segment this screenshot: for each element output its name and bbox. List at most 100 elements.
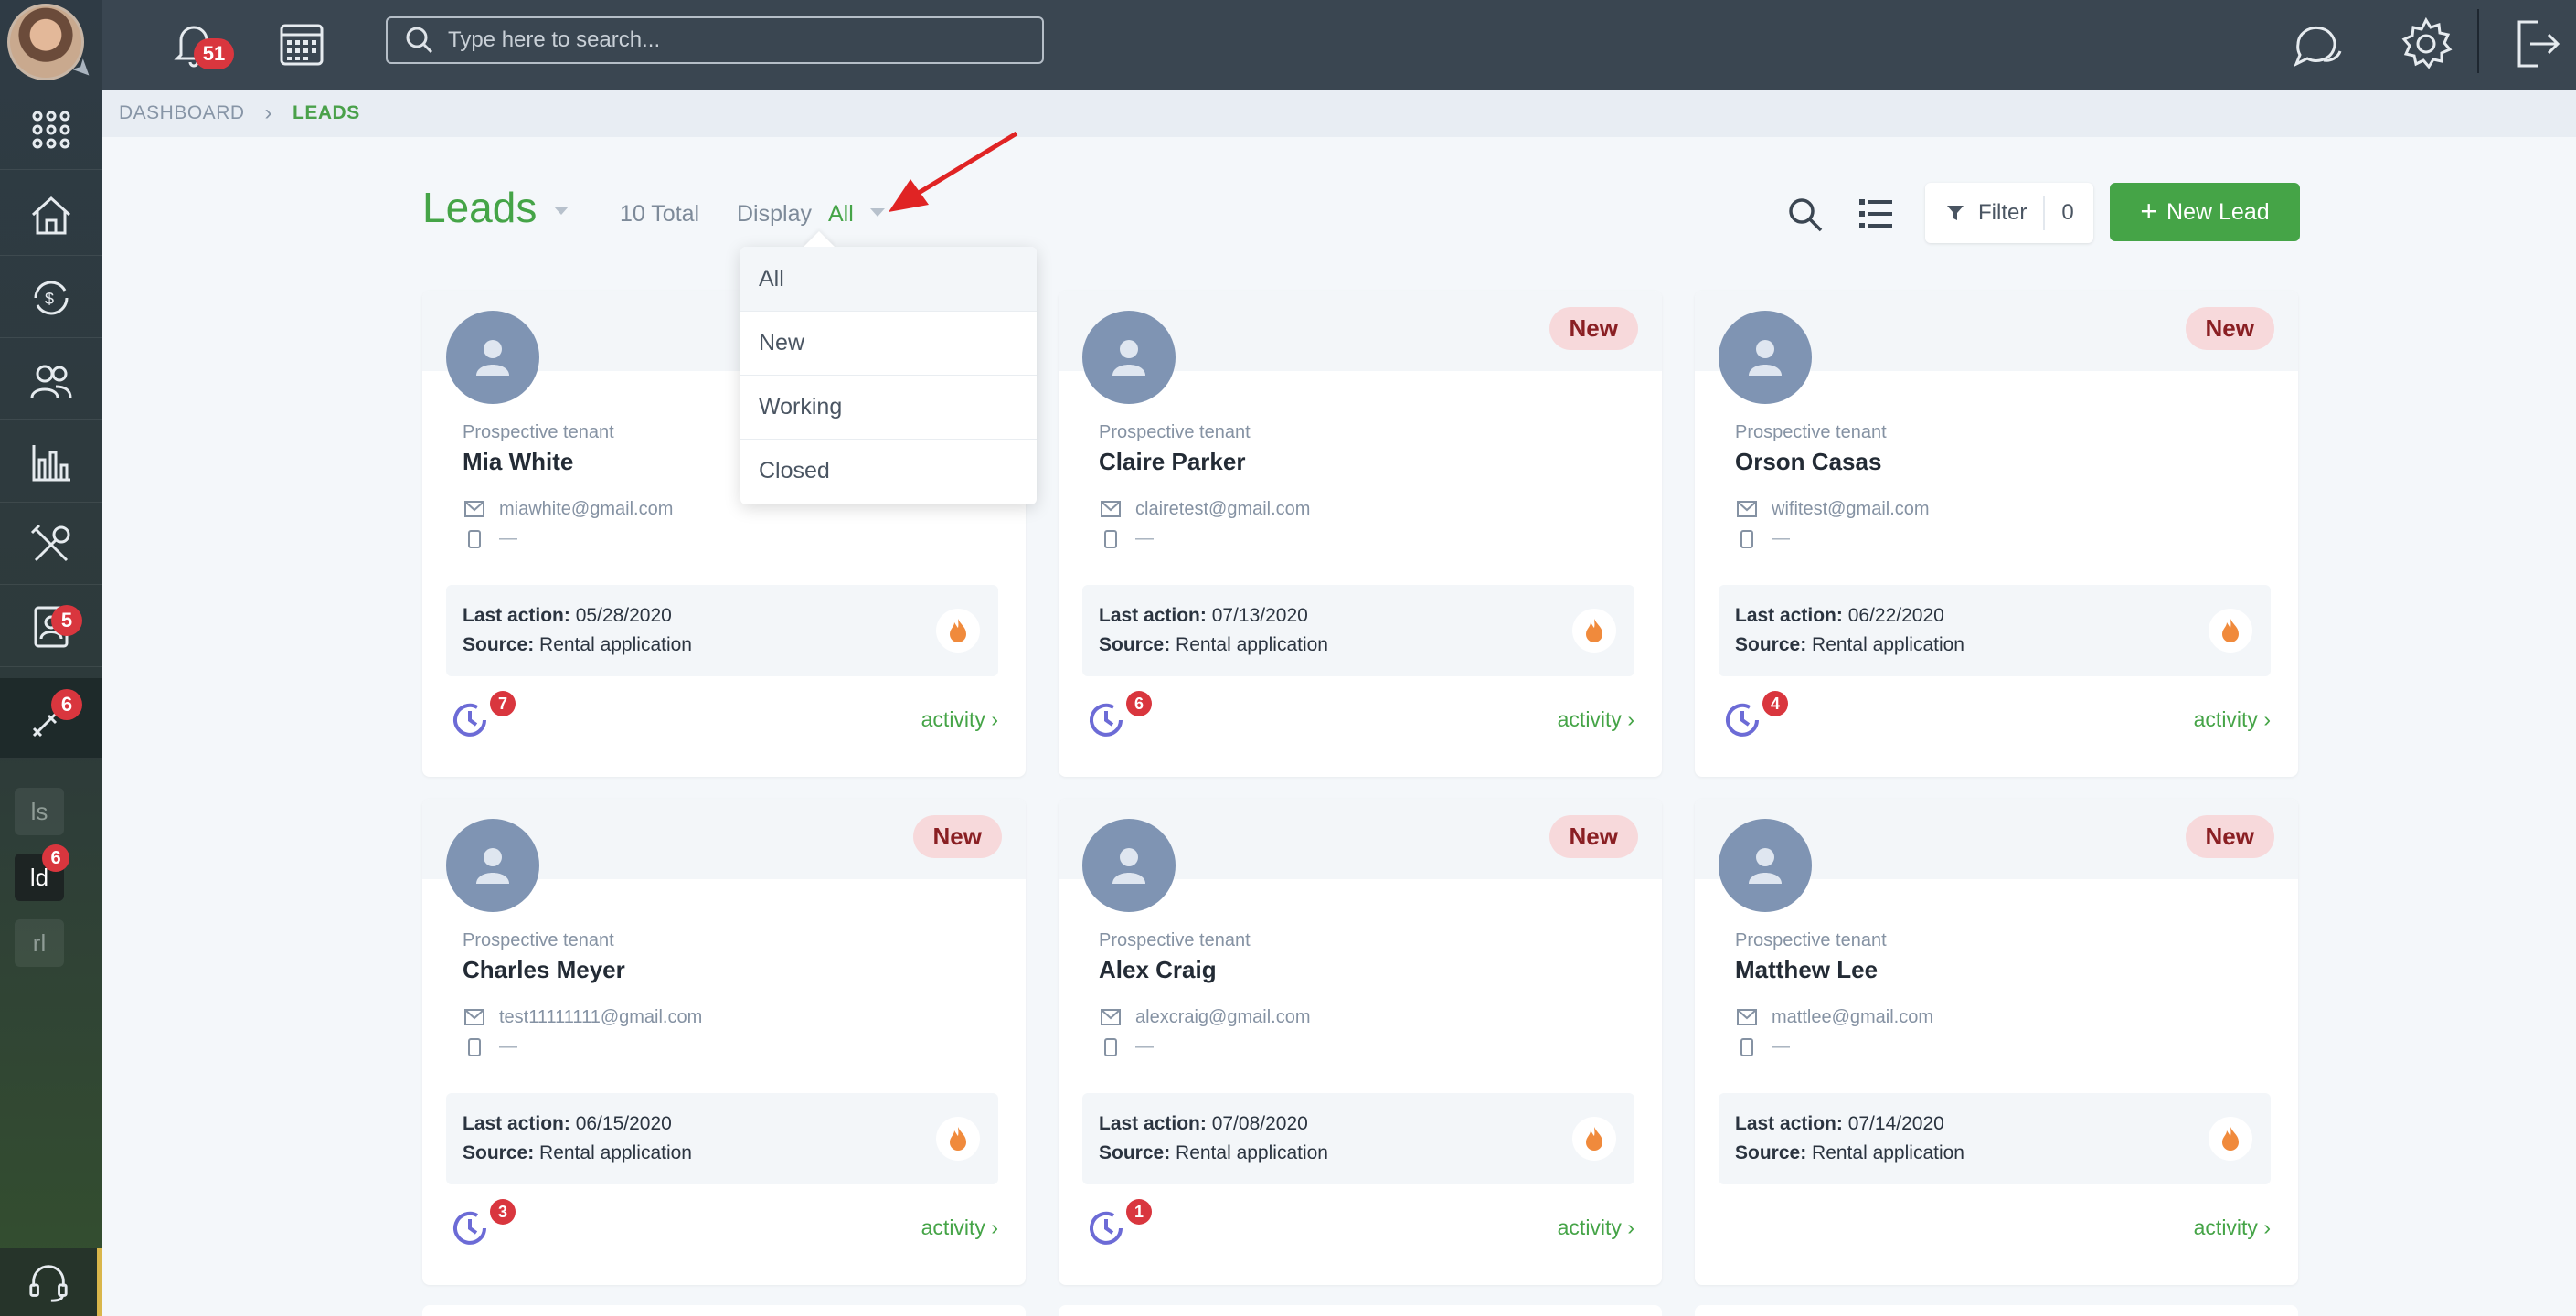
chat-icon[interactable] (2287, 15, 2346, 73)
sidebar-item-leads[interactable] (0, 678, 102, 759)
lead-card[interactable]: New Prospective tenant Charles Meyer tes… (422, 799, 1026, 1285)
activity-clock-icon[interactable] (1086, 1208, 1126, 1248)
lead-summary-box: Last action: 06/22/2020 Source: Rental a… (1719, 585, 2271, 676)
last-action-label: Last action: (1099, 605, 1207, 626)
support-button[interactable] (0, 1248, 102, 1316)
lead-summary-box: Last action: 07/14/2020 Source: Rental a… (1719, 1093, 2271, 1184)
lead-name[interactable]: Mia White (463, 448, 573, 476)
lead-card-partial (422, 1305, 1026, 1316)
sidebar-mini-ls[interactable]: ls (15, 788, 64, 835)
activity-link[interactable]: activity › (921, 1215, 998, 1240)
lead-name[interactable]: Alex Craig (1099, 956, 1217, 984)
activity-clock-icon[interactable] (450, 700, 490, 740)
activity-count-badge: 3 (490, 1199, 516, 1225)
new-lead-button[interactable]: + New Lead (2110, 183, 2300, 241)
lead-phone: — (1135, 1036, 1154, 1056)
fire-icon (950, 619, 966, 642)
activity-link[interactable]: activity › (1558, 707, 1634, 732)
last-action-date: 06/15/2020 (575, 1113, 672, 1134)
sidebar-item-contacts[interactable] (0, 340, 102, 420)
lead-card[interactable]: New Prospective tenant Claire Parker cla… (1059, 291, 1662, 777)
dropdown-option-all[interactable]: All (740, 247, 1037, 311)
activity-label: activity (921, 707, 985, 731)
sidebar-mini-rl[interactable]: rl (15, 919, 64, 967)
avatar (1719, 311, 1812, 404)
lead-email[interactable]: miawhite@gmail.com (499, 499, 673, 520)
last-action-label: Last action: (463, 1113, 570, 1134)
activity-clock-icon[interactable] (1722, 700, 1762, 740)
lead-email[interactable]: mattlee@gmail.com (1772, 1007, 1933, 1028)
activity-count-badge: 6 (1126, 691, 1152, 716)
lead-email[interactable]: clairetest@gmail.com (1135, 499, 1310, 520)
lead-name[interactable]: Matthew Lee (1735, 956, 1878, 984)
last-action: Last action: 06/15/2020 (463, 1113, 672, 1135)
lead-phone: — (1135, 528, 1154, 548)
lead-email[interactable]: alexcraig@gmail.com (1135, 1007, 1310, 1028)
source-label: Source: (1735, 634, 1807, 655)
activity-clock-icon[interactable] (1086, 700, 1126, 740)
title-caret-down-icon[interactable] (554, 207, 569, 215)
activity-link[interactable]: activity › (921, 707, 998, 732)
activity-count-badge: 7 (490, 691, 516, 716)
lead-role: Prospective tenant (1735, 422, 1887, 442)
last-action-label: Last action: (1735, 1113, 1843, 1134)
filter-button[interactable]: Filter 0 (1925, 183, 2093, 243)
lead-name[interactable]: Claire Parker (1099, 448, 1245, 476)
last-action-date: 07/13/2020 (1211, 605, 1308, 626)
filter-funnel-icon (1947, 206, 1964, 220)
lead-email[interactable]: wifitest@gmail.com (1772, 499, 1930, 520)
lead-name[interactable]: Charles Meyer (463, 956, 625, 984)
breadcrumb-dashboard[interactable]: DASHBOARD (119, 102, 245, 124)
gear-icon[interactable] (2397, 15, 2455, 73)
sidebar-item-reports[interactable] (0, 587, 102, 667)
sidebar-item-reports-chart[interactable] (0, 422, 102, 503)
activity-link[interactable]: activity › (2194, 1215, 2271, 1240)
sidebar-item-properties[interactable] (0, 175, 102, 256)
last-action: Last action: 06/22/2020 (1735, 605, 1944, 627)
lead-card[interactable]: New Prospective tenant Alex Craig alexcr… (1059, 799, 1662, 1285)
sidebar-item-apps[interactable] (0, 90, 102, 170)
lead-name[interactable]: Orson Casas (1735, 448, 1881, 476)
sidebar-item-payments[interactable]: $ (0, 258, 102, 338)
dropdown-option-closed[interactable]: Closed (740, 439, 1037, 503)
fire-icon (2222, 619, 2239, 642)
activity-label: activity (1557, 1215, 1622, 1239)
lead-role: Prospective tenant (463, 930, 614, 950)
envelope-icon (1101, 501, 1121, 517)
dropdown-option-working[interactable]: Working (740, 375, 1037, 439)
logout-icon[interactable] (2510, 15, 2563, 73)
source-label: Source: (463, 634, 535, 655)
phone-icon (1740, 530, 1753, 548)
lead-email[interactable]: test11111111@gmail.com (499, 1007, 702, 1028)
activity-clock-icon[interactable] (450, 1208, 490, 1248)
lead-source: Source: Rental application (1735, 1142, 1964, 1164)
svg-text:$: $ (45, 290, 54, 308)
page-title[interactable]: Leads (422, 183, 537, 232)
dropdown-option-new[interactable]: New (740, 311, 1037, 375)
lead-phone: — (499, 1036, 517, 1056)
global-search-box[interactable] (386, 16, 1044, 64)
status-badge: New (2185, 307, 2274, 350)
calendar-icon[interactable] (274, 16, 329, 71)
user-icon (1749, 340, 1782, 376)
sidebar-item-maintenance[interactable] (0, 504, 102, 585)
activity-link[interactable]: activity › (1558, 1215, 1634, 1240)
list-view-icon[interactable] (1857, 196, 1894, 232)
lead-summary-box: Last action: 05/28/2020 Source: Rental a… (446, 585, 998, 676)
activity-link[interactable]: activity › (2194, 707, 2271, 732)
activity-count-badge: 1 (1126, 1199, 1152, 1225)
lead-card[interactable]: New Prospective tenant Matthew Lee mattl… (1695, 799, 2298, 1285)
user-icon (476, 848, 509, 884)
avatar (446, 311, 539, 404)
lead-source: Source: Rental application (1099, 634, 1328, 656)
phone-icon (1104, 530, 1117, 548)
global-search-input[interactable] (448, 27, 1015, 53)
display-select[interactable]: All (828, 201, 854, 228)
lead-card[interactable]: New Prospective tenant Orson Casas wifit… (1695, 291, 2298, 777)
filter-label: Filter (1978, 200, 2028, 225)
search-icon[interactable] (1786, 196, 1825, 234)
hot-lead-indicator (936, 1117, 980, 1161)
status-badge: New (2185, 815, 2274, 858)
lead-phone: — (1772, 1036, 1790, 1056)
reports-badge: 5 (51, 605, 82, 636)
